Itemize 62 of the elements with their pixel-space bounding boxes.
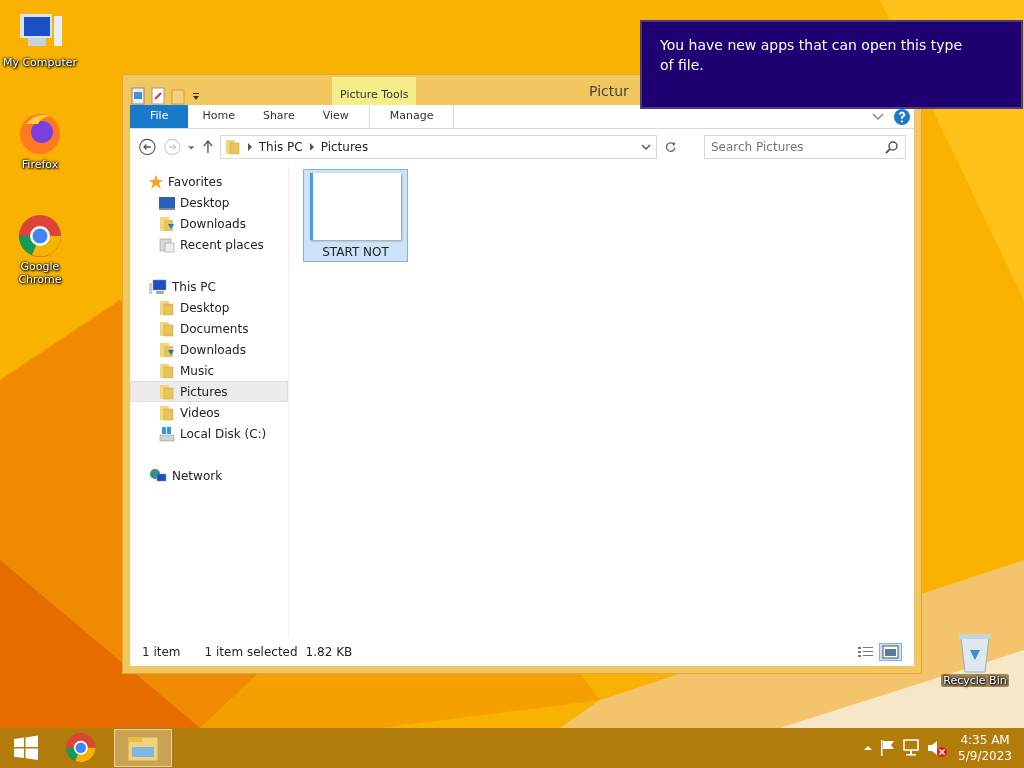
ribbon-tab[interactable]: Share [248, 105, 309, 128]
ribbon-group-label: Picture Tools [332, 77, 417, 105]
nav-item[interactable]: Downloads [130, 213, 288, 234]
large-icons-view-button[interactable] [879, 643, 902, 661]
item-count: 1 item [142, 644, 181, 661]
chevron-icon[interactable] [308, 142, 315, 152]
folder-icon [159, 404, 175, 421]
breadcrumb-item[interactable]: This PC [258, 138, 303, 156]
properties-icon[interactable] [131, 87, 145, 105]
file-explorer-icon [126, 733, 160, 763]
nav-item[interactable]: Music [130, 360, 288, 381]
windows-logo-icon [12, 734, 40, 762]
folder-icon [159, 362, 175, 379]
address-bar[interactable]: This PC Pictures [219, 135, 657, 159]
dropdown-icon[interactable] [639, 141, 652, 153]
file-tile[interactable]: START NOT [303, 169, 408, 262]
nav-item[interactable]: Desktop [130, 297, 288, 318]
window-title: Pictur [589, 82, 629, 101]
nav-item[interactable]: Favorites [130, 171, 288, 192]
nav-item[interactable]: Local Disk (C:) [130, 423, 288, 444]
recent-places-icon [159, 236, 175, 253]
nav-item[interactable]: Pictures [130, 381, 288, 402]
ribbon-tab[interactable]: View [308, 105, 363, 128]
search-icon[interactable] [885, 140, 899, 154]
nav-item[interactable]: Network [130, 465, 288, 486]
clock-date[interactable]: 5/9/2023 [958, 748, 1012, 765]
clock-time[interactable]: 4:35 AM [958, 731, 1012, 748]
view-icon [857, 645, 874, 659]
selection-info: 1 item selected [204, 644, 298, 661]
nav-item[interactable]: Videos [130, 402, 288, 423]
monitor-icon [159, 195, 175, 210]
chrome-icon [16, 212, 64, 260]
breadcrumb-item[interactable]: Pictures [320, 138, 369, 156]
download-folder-icon [159, 341, 175, 358]
nav-item[interactable]: Recent places [130, 234, 288, 255]
edit-icon[interactable] [151, 87, 165, 105]
disk-icon [159, 425, 175, 442]
star-icon [149, 174, 163, 189]
folder-icon [224, 139, 241, 155]
file-size: 1.82 KB [305, 644, 353, 661]
computer-icon [149, 278, 167, 295]
folder-icon [159, 299, 175, 316]
nav-item[interactable]: Downloads [130, 339, 288, 360]
nav-item[interactable]: Desktop [130, 192, 288, 213]
ribbon-tab[interactable]: File [130, 105, 189, 128]
ribbon-tab[interactable]: Manage [368, 105, 455, 128]
ribbon-tab[interactable]: Home [188, 105, 249, 128]
folder-icon [159, 383, 175, 400]
back-icon[interactable] [138, 136, 157, 158]
muted-volume-icon[interactable] [926, 738, 949, 758]
search-field[interactable]: Search Pictures [704, 135, 906, 159]
notification-toast[interactable]: You have new apps that can open this type of file. [640, 20, 1023, 109]
notification-text: You have new apps that can open this type of file. [660, 36, 963, 76]
download-folder-icon [159, 215, 175, 232]
folder-icon [159, 320, 175, 337]
view-icon [882, 645, 899, 659]
chrome-icon [64, 731, 98, 765]
chevron-icon[interactable] [246, 142, 253, 152]
file-name: START NOT [322, 244, 389, 261]
nav-item[interactable]: Documents [130, 318, 288, 339]
network-icon [149, 467, 167, 484]
nav-item[interactable]: This PC [130, 276, 288, 297]
